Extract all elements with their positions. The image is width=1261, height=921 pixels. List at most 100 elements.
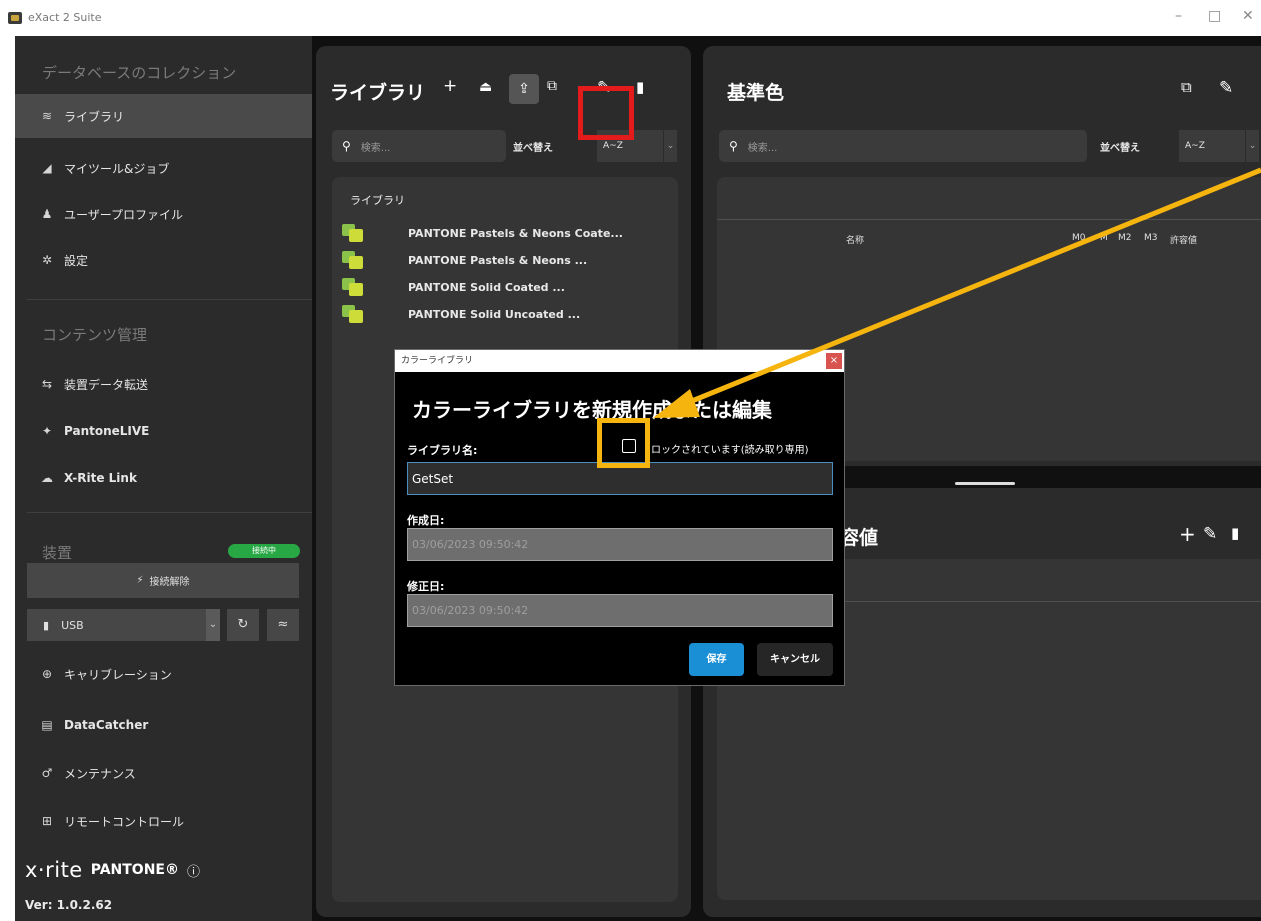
- sidebar-item-library[interactable]: ≋ ライブラリ: [15, 94, 312, 138]
- disconnect-button[interactable]: ⚡ 接続解除: [27, 563, 299, 598]
- list-item[interactable]: PANTONE Solid Uncoated ...: [342, 301, 580, 327]
- sidebar-item-tools-jobs[interactable]: ◢ マイツール&ジョブ: [15, 146, 312, 190]
- save-button[interactable]: 保存: [689, 643, 744, 676]
- close-button[interactable]: ✕: [1242, 8, 1254, 24]
- library-item-label: PANTONE Solid Coated ...: [408, 280, 565, 294]
- library-panel-title: ライブラリ: [330, 82, 426, 104]
- standards-panel-title: 基準色: [727, 82, 785, 104]
- list-item[interactable]: PANTONE Solid Coated ...: [342, 274, 565, 300]
- remote-icon: ⊞: [41, 814, 53, 828]
- connection-type-value: USB: [61, 618, 84, 632]
- sidebar-item-label: キャリブレーション: [64, 667, 172, 682]
- lock-checkbox-highlight: [597, 418, 650, 468]
- import-button[interactable]: ⏏: [479, 79, 492, 95]
- edit-tolerance-button[interactable]: ✎: [1203, 524, 1217, 544]
- splitter-handle[interactable]: [955, 482, 1015, 485]
- export-icon: ⇪: [518, 81, 530, 97]
- sidebar-item-settings[interactable]: ✲ 設定: [15, 238, 312, 282]
- jobs-icon: ◢: [42, 161, 52, 175]
- export-button[interactable]: ⇪: [509, 74, 539, 104]
- duplicate-button[interactable]: ⧉: [547, 78, 557, 94]
- sidebar-item-device-transfer[interactable]: ⇆ 装置データ転送: [15, 362, 312, 406]
- dialog-title: カラーライブラリ: [401, 356, 474, 366]
- chevron-down-icon: ⌄: [1245, 130, 1259, 162]
- section-device-heading: 装置: [42, 544, 73, 562]
- sidebar-item-label: PantoneLIVE: [64, 424, 150, 438]
- delete-library-button[interactable]: ▮: [636, 78, 644, 96]
- plus-icon: +: [443, 76, 458, 96]
- sidebar-item-label: 設定: [64, 253, 89, 268]
- library-item-label: PANTONE Solid Uncoated ...: [408, 307, 581, 321]
- sidebar-item-pantonelive[interactable]: ✦ PantoneLIVE: [15, 409, 312, 453]
- search-placeholder: 検索...: [360, 142, 391, 154]
- wifi-button[interactable]: ≈: [267, 609, 299, 641]
- cloud-icon: ☁: [41, 471, 53, 485]
- connection-type-select[interactable]: ▮ USB ⌄: [27, 609, 220, 641]
- info-icon[interactable]: ⓘ: [187, 861, 200, 880]
- duplicate-icon: ⧉: [547, 78, 557, 94]
- sidebar-item-datacatcher[interactable]: ▤ DataCatcher: [15, 703, 312, 747]
- sidebar-item-label: 装置データ転送: [64, 377, 149, 392]
- sort-value: A~Z: [1185, 141, 1205, 151]
- sidebar-item-label: ユーザープロファイル: [64, 207, 184, 222]
- sidebar-item-calibration[interactable]: ⊕ キャリブレーション: [15, 652, 312, 696]
- sidebar-item-xrite-link[interactable]: ☁ X-Rite Link: [15, 456, 312, 500]
- close-icon: ×: [829, 355, 839, 366]
- delete-tolerance-button[interactable]: ▮: [1231, 524, 1239, 542]
- duplicate-icon: ⧉: [1181, 78, 1192, 96]
- add-library-button[interactable]: +: [443, 76, 457, 96]
- color-library-dialog: カラーライブラリ × カラーライブラリを新規作成または編集 ライブラリ名: ロッ…: [394, 349, 845, 686]
- column-header-m0[interactable]: M0: [1072, 233, 1086, 243]
- calibration-icon: ⊕: [41, 667, 53, 681]
- standards-edit-button[interactable]: ✎: [1219, 78, 1233, 98]
- maximize-button[interactable]: □: [1208, 8, 1221, 24]
- modified-date-field: 03/06/2023 09:50:42: [407, 594, 833, 627]
- minimize-button[interactable]: –: [1175, 8, 1182, 24]
- library-search-input[interactable]: ⚲ 検索...: [332, 130, 506, 162]
- disconnect-label: 接続解除: [149, 577, 190, 588]
- sidebar-item-label: マイツール&ジョブ: [64, 161, 170, 176]
- pencil-icon: ✎: [1203, 524, 1218, 544]
- plug-icon: ⚡: [136, 575, 144, 586]
- import-icon: ⏏: [479, 79, 493, 95]
- maintenance-icon: ♂: [41, 766, 53, 780]
- sidebar-item-label: X-Rite Link: [64, 471, 137, 485]
- trash-icon: ▮: [1231, 524, 1240, 542]
- dialog-titlebar: カラーライブラリ ×: [395, 350, 844, 372]
- add-tolerance-button[interactable]: +: [1179, 522, 1196, 546]
- chevron-down-icon: ⌄: [206, 609, 220, 641]
- gear-icon: ✲: [41, 253, 53, 267]
- column-header-m2[interactable]: M2: [1118, 233, 1132, 243]
- dialog-heading: カラーライブラリを新規作成または編集: [412, 398, 772, 422]
- standards-search-input[interactable]: ⚲ 検索...: [719, 130, 1087, 162]
- library-sort-label: 並べ替え: [513, 143, 553, 154]
- created-date-label: 作成日:: [407, 514, 445, 527]
- standards-duplicate-button[interactable]: ⧉: [1181, 78, 1192, 96]
- column-header-m1[interactable]: M: [1100, 233, 1108, 243]
- column-header-tolerance[interactable]: 許容値: [1170, 233, 1197, 246]
- sort-value: A~Z: [603, 141, 623, 151]
- library-icon: ≋: [41, 109, 53, 123]
- window-titlebar: eXact 2 Suite – □ ✕: [0, 0, 1261, 36]
- sidebar-item-label: メンテナンス: [64, 766, 136, 781]
- xrite-logo: x·rite: [25, 858, 83, 882]
- refresh-icon: ↻: [237, 617, 249, 632]
- trash-icon: ▮: [636, 78, 645, 96]
- column-header-name[interactable]: 名称: [846, 233, 864, 246]
- pantonelive-icon: ✦: [41, 424, 53, 438]
- dialog-close-button[interactable]: ×: [826, 353, 842, 369]
- list-item[interactable]: PANTONE Pastels & Neons ...: [342, 247, 587, 273]
- list-item[interactable]: PANTONE Pastels & Neons Coate...: [342, 220, 623, 246]
- section-content-heading: コンテンツ管理: [42, 326, 148, 344]
- sidebar-item-label: DataCatcher: [64, 718, 149, 732]
- folder-icon: [342, 224, 364, 242]
- sidebar-item-remote-control[interactable]: ⊞ リモートコントロール: [15, 799, 312, 843]
- refresh-button[interactable]: ↻: [227, 609, 259, 641]
- standards-sort-select[interactable]: A~Z ⌄: [1179, 130, 1259, 162]
- wifi-icon: ≈: [277, 617, 289, 632]
- sidebar-item-user-profile[interactable]: ♟ ユーザープロファイル: [15, 192, 312, 236]
- search-icon: ⚲: [342, 139, 351, 153]
- column-header-m3[interactable]: M3: [1144, 233, 1158, 243]
- sidebar-item-maintenance[interactable]: ♂ メンテナンス: [15, 751, 312, 795]
- cancel-button[interactable]: キャンセル: [757, 643, 833, 676]
